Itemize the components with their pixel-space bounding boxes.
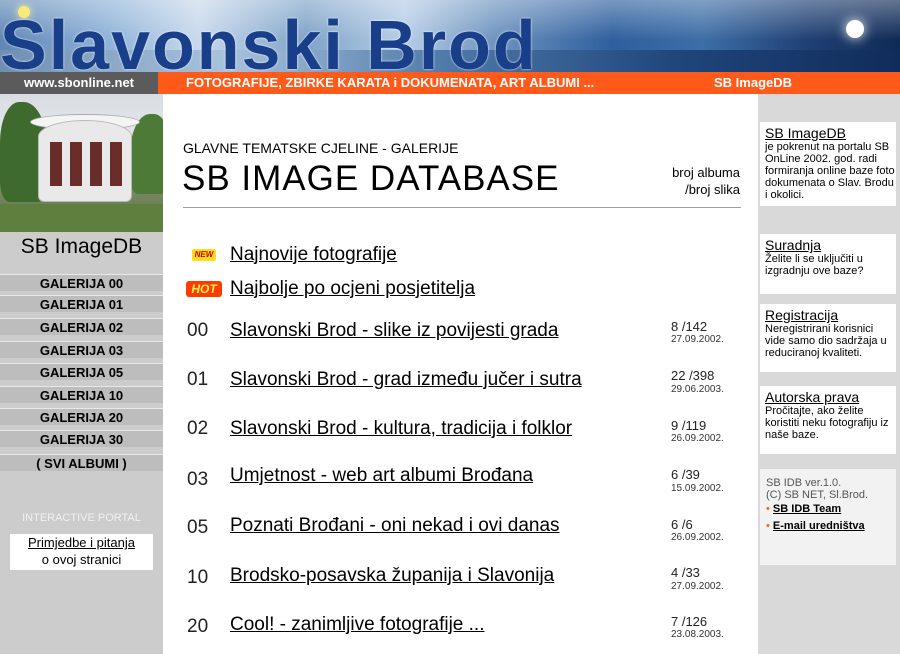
moon-icon xyxy=(846,20,864,38)
gallery-count: 4 /33 xyxy=(671,565,700,580)
gallery-number: 00 xyxy=(187,320,209,341)
window-shape xyxy=(110,142,122,186)
feedback-subtext: o ovoj stranici xyxy=(41,552,122,567)
gallery-number: 03 xyxy=(187,469,209,490)
right-sidebar: SB ImageDB je pokrenut na portalu SB OnL… xyxy=(758,94,900,654)
gallery-link[interactable]: Cool! - zanimljive fotografije ... xyxy=(230,614,485,636)
info-box-copyright: Autorska prava Pročitajte, ako želite ko… xyxy=(760,386,896,454)
nav-imagedb-link[interactable]: SB ImageDB xyxy=(714,72,792,94)
gallery-number: 02 xyxy=(187,418,209,439)
gallery-date: 26.09.2002. xyxy=(671,532,724,543)
window-shape xyxy=(70,142,82,186)
hot-badge-icon: HOT xyxy=(186,281,222,297)
copyright-text: (C) SB NET, Sl.Brod. xyxy=(766,489,869,501)
left-sidebar: SB ImageDB GALERIJA 00 GALERIJA 01 GALER… xyxy=(0,94,163,654)
header-divider xyxy=(183,207,741,208)
info-box-text: Želite li se uključiti u izgradnju ove b… xyxy=(765,253,864,277)
sidebar-item-galerija-05[interactable]: GALERIJA 05 xyxy=(0,363,163,380)
portal-label: INTERACTIVE PORTAL xyxy=(22,512,141,524)
feedback-link[interactable]: Primjedbe i pitanja xyxy=(10,534,153,551)
sidebar-item-galerija-01[interactable]: GALERIJA 01 xyxy=(0,295,163,312)
sidebar-title: SB ImageDB xyxy=(20,235,143,258)
gallery-link[interactable]: Poznati Brođani - oni nekad i ovi danas xyxy=(230,515,560,537)
gallery-count: 6 /6 xyxy=(671,517,693,532)
header-banner: Slavonski Brod xyxy=(0,0,900,72)
gallery-date: 27.09.2002. xyxy=(671,334,724,345)
sidebar-item-galerija-03[interactable]: GALERIJA 03 xyxy=(0,341,163,358)
building-photo xyxy=(0,94,163,232)
newest-photos-link[interactable]: Najnovije fotografije xyxy=(230,244,397,266)
gallery-count: 22 /398 xyxy=(671,368,715,383)
gallery-link[interactable]: Slavonski Brod - slike iz povijesti grad… xyxy=(230,320,558,342)
gallery-date: 26.09.2002. xyxy=(671,433,724,444)
tree-shape xyxy=(130,114,163,194)
info-box-title[interactable]: SB ImageDB xyxy=(765,126,896,141)
window-shape xyxy=(90,142,102,186)
nav-sections-link[interactable]: FOTOGRAFIJE, ZBIRKE KARATA i DOKUMENATA,… xyxy=(186,72,594,94)
email-link[interactable]: E-mail uredništva xyxy=(773,520,865,532)
gallery-link[interactable]: Umjetnost - web art albumi Brođana xyxy=(230,465,533,487)
gallery-date: 15.09.2002. xyxy=(671,483,724,494)
gallery-count: 7 /126 xyxy=(671,614,708,629)
info-box-text: je pokrenut na portalu SB OnLine 2002. g… xyxy=(765,141,895,201)
version-text: SB IDB ver.1.0. xyxy=(766,477,842,489)
count-header: broj albuma /broj slika xyxy=(660,164,740,198)
gallery-link[interactable]: Brodsko-posavska županija i Slavonija xyxy=(230,565,554,587)
sidebar-item-galerija-02[interactable]: GALERIJA 02 xyxy=(0,318,163,335)
gallery-link[interactable]: Slavonski Brod - grad između jučer i sut… xyxy=(230,369,582,391)
gallery-date: 29.06.2003. xyxy=(671,384,724,395)
gallery-count: 8 /142 xyxy=(671,319,708,334)
feedback-box: Primjedbe i pitanja o ovoj stranici xyxy=(10,534,153,570)
version-box: SB IDB ver.1.0. (C) SB NET, Sl.Brod. • S… xyxy=(760,469,896,565)
banner-title: Slavonski Brod xyxy=(0,6,538,72)
gallery-number: 05 xyxy=(187,517,209,538)
window-shape xyxy=(50,142,62,186)
gallery-number: 20 xyxy=(187,616,209,637)
gallery-count: 6 /39 xyxy=(671,467,700,482)
gallery-number: 10 xyxy=(187,567,209,588)
page-title: SB IMAGE DATABASE xyxy=(182,159,560,198)
bullet-icon: • xyxy=(766,520,773,532)
sidebar-item-galerija-30[interactable]: GALERIJA 30 xyxy=(0,430,163,447)
gallery-link[interactable]: Slavonski Brod - kultura, tradicija i fo… xyxy=(230,418,572,440)
info-box-suradnja: Suradnja Želite li se uključiti u izgrad… xyxy=(760,234,896,294)
gallery-date: 23.08.2003. xyxy=(671,629,724,640)
gallery-number: 01 xyxy=(187,369,209,390)
info-box-title[interactable]: Suradnja xyxy=(765,238,896,253)
new-badge-icon: NEW xyxy=(192,249,216,261)
top-navbar: www.sbonline.net FOTOGRAFIJE, ZBIRKE KAR… xyxy=(0,72,900,94)
gallery-date: 27.09.2002. xyxy=(671,581,724,592)
info-box-text: Pročitajte, ako želite koristiti neku fo… xyxy=(765,405,889,441)
info-box-title[interactable]: Autorska prava xyxy=(765,390,896,405)
count-header-line2: /broj slika xyxy=(685,182,740,197)
lawn-shape xyxy=(0,204,163,232)
info-box-imagedb: SB ImageDB je pokrenut na portalu SB OnL… xyxy=(760,122,896,206)
info-box-text: Neregistrirani korisnici vide samo dio s… xyxy=(765,323,887,359)
sidebar-item-all-albums[interactable]: ( SVI ALBUMI ) xyxy=(0,454,163,471)
team-link[interactable]: SB IDB Team xyxy=(773,503,841,515)
top-rated-link[interactable]: Najbolje po ocjeni posjetitelja xyxy=(230,278,475,300)
sidebar-item-galerija-10[interactable]: GALERIJA 10 xyxy=(0,386,163,403)
section-eyebrow: GLAVNE TEMATSKE CJELINE - GALERIJE xyxy=(183,140,459,156)
count-header-line1: broj albuma xyxy=(672,165,740,180)
info-box-title[interactable]: Registracija xyxy=(765,308,896,323)
gallery-count: 9 /119 xyxy=(671,418,707,433)
bullet-icon: • xyxy=(766,503,773,515)
info-box-registracija: Registracija Neregistrirani korisnici vi… xyxy=(760,304,896,372)
site-url-link[interactable]: www.sbonline.net xyxy=(0,72,158,94)
sidebar-item-galerija-00[interactable]: GALERIJA 00 xyxy=(0,274,163,291)
sidebar-item-galerija-20[interactable]: GALERIJA 20 xyxy=(0,408,163,425)
